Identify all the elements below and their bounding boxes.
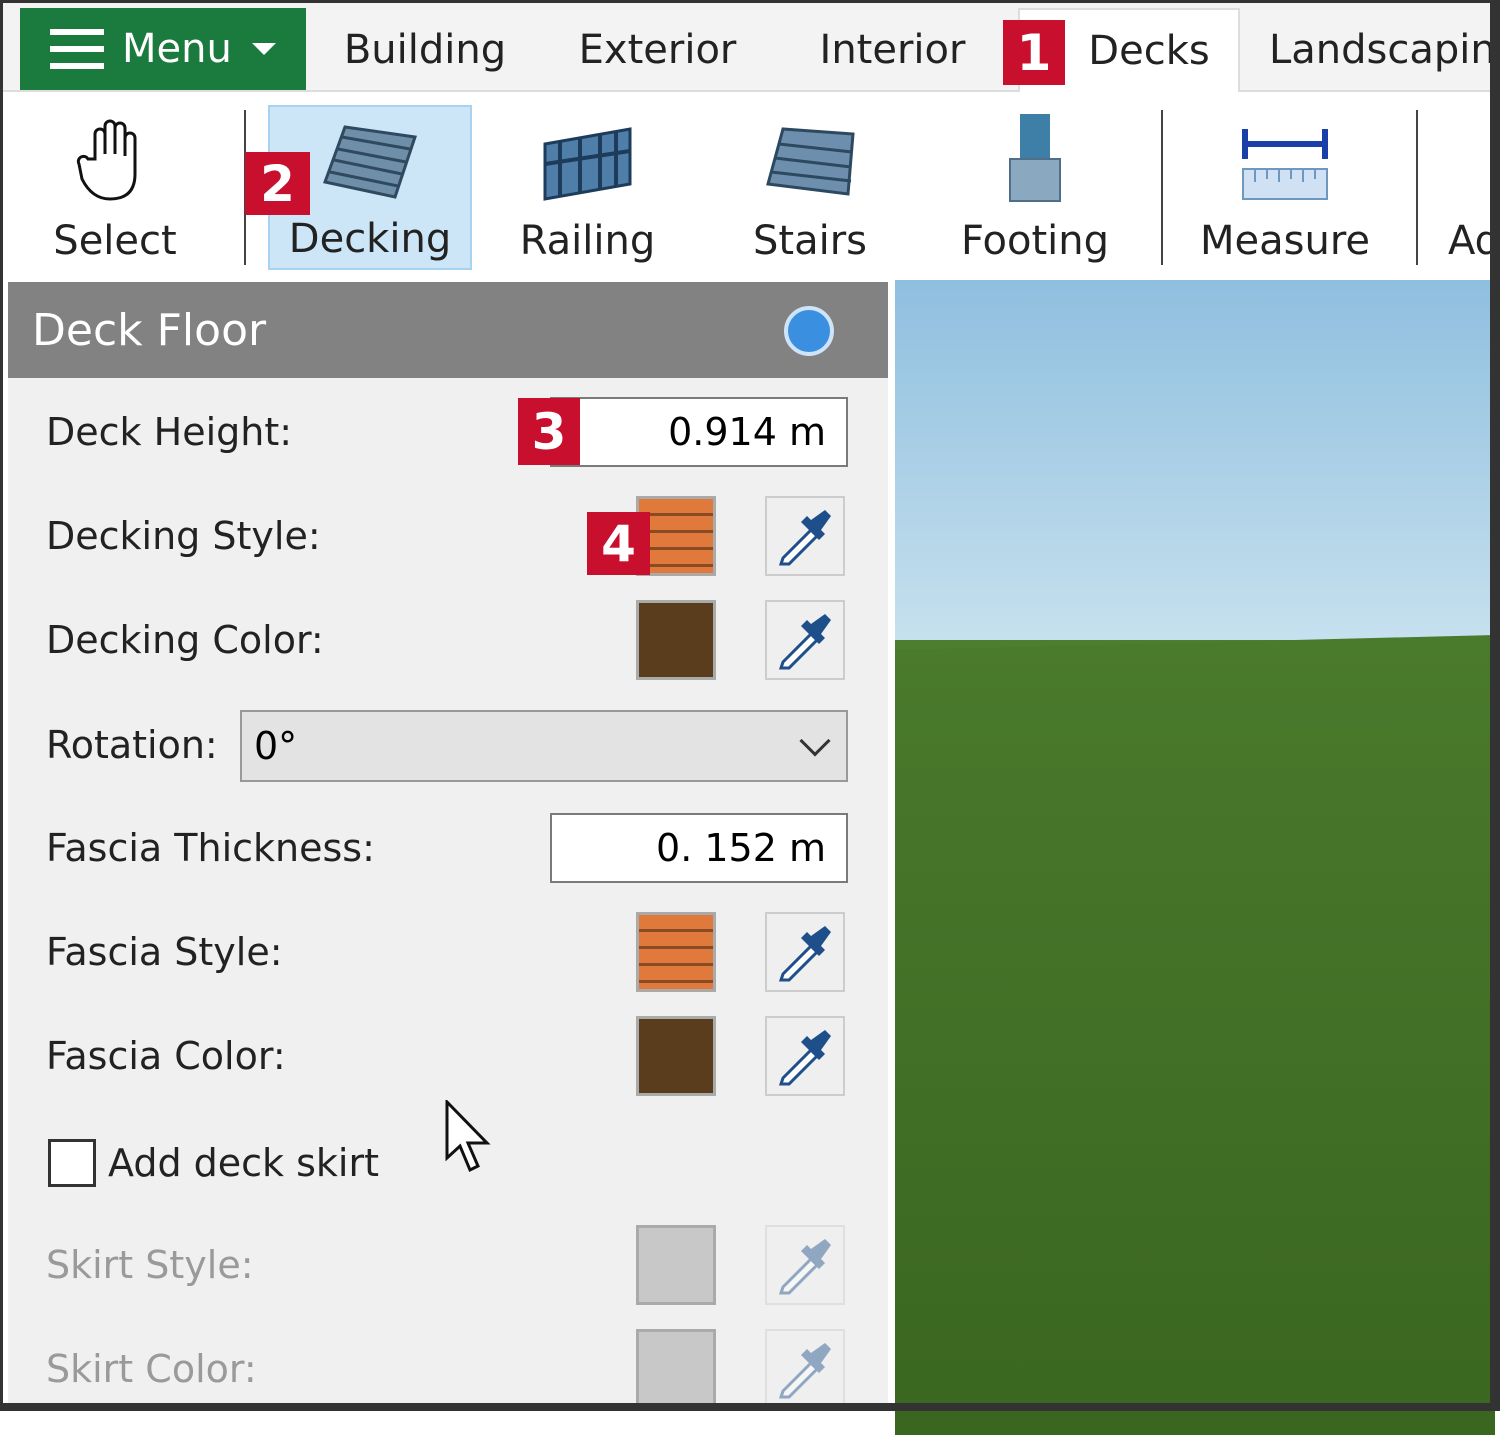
fascia-color-eyedropper-button[interactable] xyxy=(765,1016,845,1096)
callout-badge-4: 4 xyxy=(587,512,650,575)
deck-height-label: Deck Height: xyxy=(46,410,293,454)
fascia-style-row: Fascia Style: xyxy=(8,907,888,997)
skirt-style-label: Skirt Style: xyxy=(46,1243,254,1287)
callout-badge-1: 1 xyxy=(1003,20,1065,85)
stairs-icon xyxy=(765,127,855,196)
hand-icon xyxy=(76,119,137,201)
measure-label: Measure xyxy=(1200,218,1370,264)
skirt-style-row: Skirt Style: xyxy=(8,1220,888,1310)
caret-down-icon xyxy=(251,43,276,55)
add-deck-skirt-checkbox[interactable] xyxy=(48,1139,96,1187)
fascia-color-row: Fascia Color: xyxy=(8,1011,888,1101)
eyedropper-icon xyxy=(778,1030,831,1086)
decking-color-eyedropper-button[interactable] xyxy=(765,600,845,680)
decking-icon xyxy=(323,125,417,199)
skirt-color-swatch xyxy=(636,1329,716,1409)
fascia-color-swatch[interactable] xyxy=(636,1016,716,1096)
ribbon-toolbar: Select Decking Railing Stairs Footing Me… xyxy=(0,92,1500,280)
add-tool-button[interactable]: Ad xyxy=(1448,105,1500,270)
video-help-icon[interactable] xyxy=(784,306,834,356)
rotation-row: Rotation: 0° xyxy=(8,707,888,797)
fascia-style-eyedropper-button[interactable] xyxy=(765,912,845,992)
rotation-select[interactable]: 0° xyxy=(240,710,848,782)
decking-color-swatch[interactable] xyxy=(636,600,716,680)
tab-exterior[interactable]: Exterior xyxy=(560,8,755,92)
footing-tool-button[interactable]: Footing xyxy=(950,105,1120,270)
rotation-label: Rotation: xyxy=(46,723,218,767)
decking-color-row: Decking Color: xyxy=(8,595,888,685)
callout-badge-3: 3 xyxy=(518,398,580,465)
fascia-thickness-input[interactable]: 0. 152 m xyxy=(550,813,848,883)
divider xyxy=(1161,110,1163,265)
mouse-cursor-icon xyxy=(445,1100,491,1173)
select-label: Select xyxy=(53,218,177,264)
rotation-value: 0° xyxy=(254,724,298,768)
decking-style-row: Decking Style: xyxy=(8,491,888,581)
railing-icon xyxy=(543,127,632,201)
fascia-style-swatch[interactable] xyxy=(636,912,716,992)
skirt-style-swatch xyxy=(636,1225,716,1305)
decking-style-eyedropper-button[interactable] xyxy=(765,496,845,576)
fascia-thickness-label: Fascia Thickness: xyxy=(46,826,375,870)
skirt-style-eyedropper-button xyxy=(765,1225,845,1305)
decking-color-label: Decking Color: xyxy=(46,618,324,662)
railing-tool-button[interactable]: Railing xyxy=(500,105,675,270)
footing-icon xyxy=(1009,114,1061,202)
measure-icon xyxy=(1242,129,1328,200)
top-tab-bar: Menu Building Exterior Interior Decks La… xyxy=(0,0,1500,92)
eyedropper-icon xyxy=(778,926,831,982)
fascia-color-label: Fascia Color: xyxy=(46,1034,286,1078)
decking-label: Decking xyxy=(288,216,452,262)
deck-height-row: Deck Height: 0.914 m xyxy=(8,387,888,477)
eyedropper-icon xyxy=(778,1343,831,1399)
fascia-style-label: Fascia Style: xyxy=(46,930,283,974)
tab-building[interactable]: Building xyxy=(330,8,520,92)
hamburger-icon xyxy=(50,29,104,69)
fascia-thickness-row: Fascia Thickness: 0. 152 m xyxy=(8,803,888,893)
divider xyxy=(1416,110,1418,265)
ground-plane xyxy=(895,635,1495,1435)
tab-interior[interactable]: Interior xyxy=(800,8,985,92)
panel-header: Deck Floor xyxy=(8,282,888,378)
deck-height-input[interactable]: 0.914 m xyxy=(550,397,848,467)
skirt-color-label: Skirt Color: xyxy=(46,1347,257,1391)
chevron-down-icon xyxy=(799,725,831,757)
stairs-tool-button[interactable]: Stairs xyxy=(720,105,900,270)
add-label: Ad xyxy=(1448,218,1500,264)
decking-style-label: Decking Style: xyxy=(46,514,321,558)
stairs-label: Stairs xyxy=(753,218,867,264)
panel-title: Deck Floor xyxy=(32,304,267,356)
railing-label: Railing xyxy=(519,218,656,264)
3d-viewport[interactable] xyxy=(895,280,1495,1435)
eyedropper-icon xyxy=(778,614,831,670)
eyedropper-icon xyxy=(778,510,831,566)
measure-tool-button[interactable]: Measure xyxy=(1195,105,1375,270)
menu-label: Menu xyxy=(122,26,232,72)
callout-badge-2: 2 xyxy=(245,152,310,215)
footing-label: Footing xyxy=(960,218,1110,264)
deck-floor-panel: Deck Floor Deck Height: 0.914 m Decking … xyxy=(8,282,888,1409)
add-deck-skirt-label[interactable]: Add deck skirt xyxy=(108,1141,379,1185)
menu-button[interactable]: Menu xyxy=(20,8,306,90)
skirt-color-eyedropper-button xyxy=(765,1329,845,1409)
select-tool-button[interactable]: Select xyxy=(30,105,200,270)
eyedropper-icon xyxy=(778,1239,831,1295)
skirt-color-row: Skirt Color: xyxy=(8,1324,888,1414)
tab-landscaping[interactable]: Landscaping xyxy=(1255,8,1500,92)
